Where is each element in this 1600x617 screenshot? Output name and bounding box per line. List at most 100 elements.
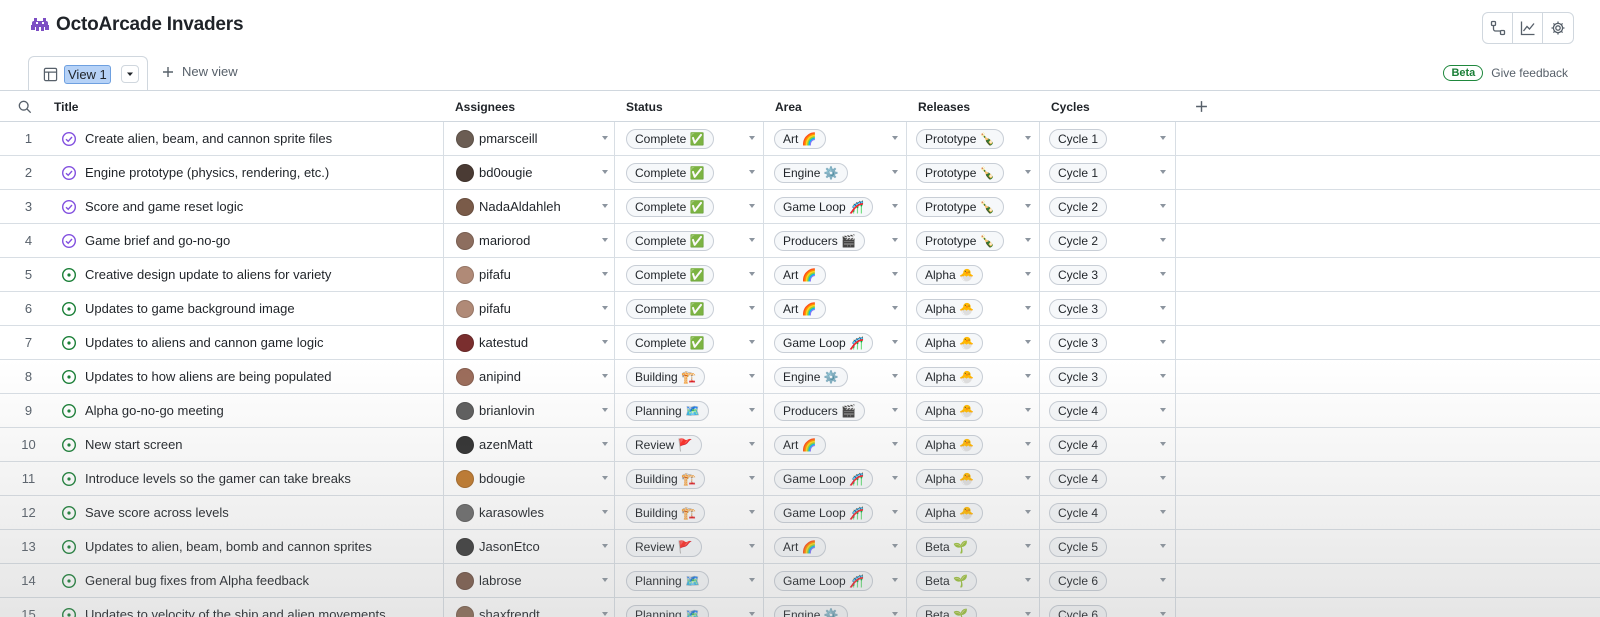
assignee-cell[interactable]: labrose: [443, 564, 614, 597]
status-cell[interactable]: Complete ✅: [614, 224, 763, 257]
issue-title[interactable]: New start screen: [85, 437, 183, 452]
cycle-cell[interactable]: Cycle 2: [1039, 190, 1175, 223]
column-header-status[interactable]: Status: [616, 91, 663, 122]
chevron-down-icon[interactable]: [1160, 408, 1166, 412]
chevron-down-icon[interactable]: [602, 170, 608, 174]
settings-button[interactable]: [1543, 13, 1573, 43]
issue-title[interactable]: Updates to how aliens are being populate…: [85, 369, 331, 384]
table-row[interactable]: 1 Create alien, beam, and cannon sprite f…: [0, 122, 1600, 156]
table-row[interactable]: 11 Introduce levels so the gamer can take…: [0, 462, 1600, 496]
chevron-down-icon[interactable]: [749, 612, 755, 616]
chevron-down-icon[interactable]: [1025, 374, 1031, 378]
assignee-cell[interactable]: azenMatt: [443, 428, 614, 461]
assignee-cell[interactable]: brianlovin: [443, 394, 614, 427]
area-cell[interactable]: Game Loop 🎢: [763, 190, 906, 223]
chevron-down-icon[interactable]: [892, 442, 898, 446]
area-cell[interactable]: Art 🌈: [763, 258, 906, 291]
chevron-down-icon[interactable]: [602, 306, 608, 310]
assignee-cell[interactable]: shaxfrendt: [443, 598, 614, 617]
chevron-down-icon[interactable]: [749, 442, 755, 446]
chevron-down-icon[interactable]: [1160, 476, 1166, 480]
issue-title[interactable]: Introduce levels so the gamer can take b…: [85, 471, 351, 486]
tab-options-button[interactable]: [120, 65, 139, 83]
status-cell[interactable]: Complete ✅: [614, 122, 763, 155]
chevron-down-icon[interactable]: [1025, 340, 1031, 344]
release-cell[interactable]: Alpha 🐣: [906, 292, 1039, 325]
chevron-down-icon[interactable]: [892, 544, 898, 548]
chevron-down-icon[interactable]: [1025, 578, 1031, 582]
issue-title[interactable]: Updates to aliens and cannon game logic: [85, 335, 324, 350]
assignee-cell[interactable]: pifafu: [443, 258, 614, 291]
area-cell[interactable]: Game Loop 🎢: [763, 326, 906, 359]
table-search-button[interactable]: [18, 91, 32, 122]
status-cell[interactable]: Review 🚩: [614, 428, 763, 461]
chevron-down-icon[interactable]: [892, 476, 898, 480]
cycle-cell[interactable]: Cycle 4: [1039, 496, 1175, 529]
table-row[interactable]: 5 Creative design update to aliens for va…: [0, 258, 1600, 292]
issue-title[interactable]: General bug fixes from Alpha feedback: [85, 573, 309, 588]
chevron-down-icon[interactable]: [892, 612, 898, 616]
assignee-cell[interactable]: pmarsceill: [443, 122, 614, 155]
chevron-down-icon[interactable]: [892, 238, 898, 242]
table-row[interactable]: 14 General bug fixes from Alpha feedback l…: [0, 564, 1600, 598]
chevron-down-icon[interactable]: [602, 578, 608, 582]
chevron-down-icon[interactable]: [602, 340, 608, 344]
chevron-down-icon[interactable]: [1025, 170, 1031, 174]
chevron-down-icon[interactable]: [749, 170, 755, 174]
cycle-cell[interactable]: Cycle 6: [1039, 598, 1175, 617]
status-cell[interactable]: Building 🏗️: [614, 360, 763, 393]
release-cell[interactable]: Beta 🌱: [906, 564, 1039, 597]
chevron-down-icon[interactable]: [1025, 476, 1031, 480]
chevron-down-icon[interactable]: [1160, 238, 1166, 242]
table-row[interactable]: 9 Alpha go-no-go meeting brianlovin Plannin…: [0, 394, 1600, 428]
issue-title[interactable]: Updates to game background image: [85, 301, 295, 316]
title-cell[interactable]: Updates to game background image: [57, 292, 443, 325]
assignee-cell[interactable]: mariorod: [443, 224, 614, 257]
chevron-down-icon[interactable]: [749, 374, 755, 378]
chevron-down-icon[interactable]: [1160, 612, 1166, 616]
chevron-down-icon[interactable]: [749, 544, 755, 548]
chevron-down-icon[interactable]: [1025, 136, 1031, 140]
status-cell[interactable]: Complete ✅: [614, 326, 763, 359]
chevron-down-icon[interactable]: [892, 306, 898, 310]
status-cell[interactable]: Planning 🗺️: [614, 564, 763, 597]
chevron-down-icon[interactable]: [1160, 510, 1166, 514]
chevron-down-icon[interactable]: [1025, 544, 1031, 548]
chevron-down-icon[interactable]: [892, 578, 898, 582]
assignee-cell[interactable]: JasonEtco: [443, 530, 614, 563]
cycle-cell[interactable]: Cycle 1: [1039, 122, 1175, 155]
area-cell[interactable]: Art 🌈: [763, 428, 906, 461]
title-cell[interactable]: Save score across levels: [57, 496, 443, 529]
chevron-down-icon[interactable]: [749, 238, 755, 242]
area-cell[interactable]: Engine ⚙️: [763, 360, 906, 393]
title-cell[interactable]: Score and game reset logic: [57, 190, 443, 223]
status-cell[interactable]: Building 🏗️: [614, 496, 763, 529]
cycle-cell[interactable]: Cycle 1: [1039, 156, 1175, 189]
issue-title[interactable]: Game brief and go-no-go: [85, 233, 230, 248]
issue-title[interactable]: Engine prototype (physics, rendering, et…: [85, 165, 329, 180]
area-cell[interactable]: Game Loop 🎢: [763, 564, 906, 597]
chevron-down-icon[interactable]: [602, 510, 608, 514]
chevron-down-icon[interactable]: [892, 374, 898, 378]
cycle-cell[interactable]: Cycle 3: [1039, 360, 1175, 393]
new-view-button[interactable]: New view: [162, 64, 238, 79]
chevron-down-icon[interactable]: [602, 374, 608, 378]
table-row[interactable]: 13 Updates to alien, beam, bomb and canno…: [0, 530, 1600, 564]
issue-title[interactable]: Save score across levels: [85, 505, 229, 520]
release-cell[interactable]: Prototype 🍾: [906, 156, 1039, 189]
add-field-button[interactable]: [1185, 91, 1208, 122]
chevron-down-icon[interactable]: [1025, 238, 1031, 242]
tab-view-1[interactable]: View 1: [28, 56, 148, 91]
status-cell[interactable]: Complete ✅: [614, 292, 763, 325]
title-cell[interactable]: Introduce levels so the gamer can take b…: [57, 462, 443, 495]
status-cell[interactable]: Building 🏗️: [614, 462, 763, 495]
release-cell[interactable]: Alpha 🐣: [906, 360, 1039, 393]
issue-title[interactable]: Alpha go-no-go meeting: [85, 403, 224, 418]
title-cell[interactable]: Create alien, beam, and cannon sprite fi…: [57, 122, 443, 155]
chevron-down-icon[interactable]: [892, 510, 898, 514]
assignee-cell[interactable]: karasowles: [443, 496, 614, 529]
chevron-down-icon[interactable]: [1025, 272, 1031, 276]
release-cell[interactable]: Prototype 🍾: [906, 122, 1039, 155]
chevron-down-icon[interactable]: [1160, 442, 1166, 446]
area-cell[interactable]: Art 🌈: [763, 122, 906, 155]
